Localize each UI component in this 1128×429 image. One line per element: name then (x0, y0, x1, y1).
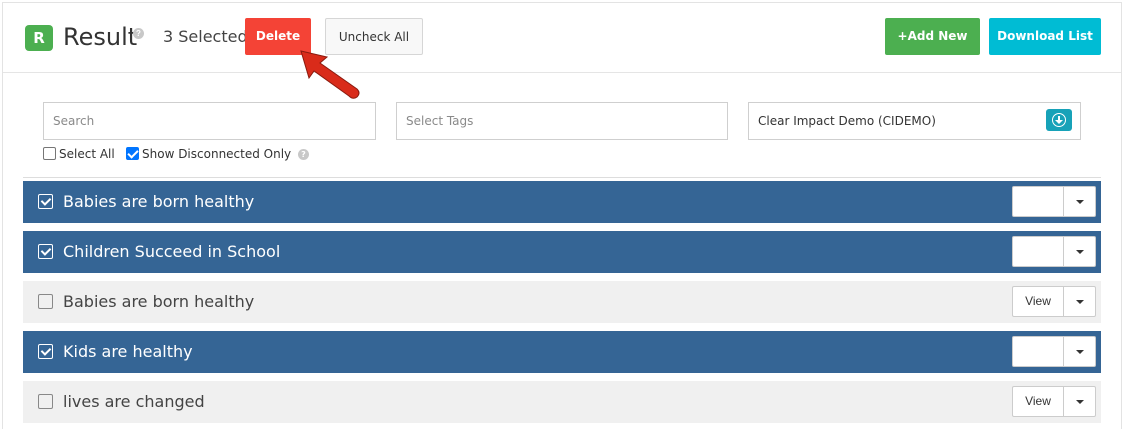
view-button[interactable]: View (1012, 236, 1064, 267)
caret-down-icon[interactable] (1064, 386, 1096, 417)
row-label: Babies are born healthy (63, 192, 255, 211)
view-button-group: View (1012, 286, 1096, 317)
page-title: Result (63, 23, 138, 51)
caret-down-icon[interactable] (1064, 336, 1096, 367)
view-button-group: View (1012, 336, 1096, 367)
caret-down-icon[interactable] (1064, 186, 1096, 217)
select-all-label: Select All (59, 147, 115, 161)
selected-count: 3 Selected (163, 27, 248, 46)
row-checkbox[interactable] (38, 244, 53, 259)
select-all-checkbox[interactable]: Select All (43, 147, 115, 161)
circle-arrow-down-icon[interactable] (1046, 109, 1072, 131)
show-disconnected-checkbox[interactable]: Show Disconnected Only (126, 147, 291, 161)
row-checkbox[interactable] (38, 394, 53, 409)
row-label: Babies are born healthy (63, 292, 255, 311)
search-input[interactable]: Search (43, 102, 376, 140)
caret-down-icon[interactable] (1064, 286, 1096, 317)
caret-down-icon[interactable] (1064, 236, 1096, 267)
view-button-group: View (1012, 386, 1096, 417)
show-disconnected-box[interactable] (126, 147, 139, 160)
help-icon[interactable]: ? (298, 149, 309, 160)
row-label: lives are changed (63, 392, 205, 411)
row-checkbox[interactable] (38, 294, 53, 309)
select-tags-input[interactable]: Select Tags (396, 102, 728, 140)
download-list-button[interactable]: Download List (989, 18, 1101, 55)
help-icon[interactable]: ? (133, 28, 144, 39)
divider (23, 177, 1101, 178)
red-arrow-icon (300, 50, 360, 99)
organization-select[interactable]: Clear Impact Demo (CIDEMO) (748, 102, 1081, 140)
page-header: R Result ? 3 Selected Delete Uncheck All… (3, 3, 1121, 73)
result-badge: R (25, 25, 53, 51)
list-item[interactable]: lives are changed View (23, 381, 1101, 423)
row-label: Children Succeed in School (63, 242, 281, 261)
show-disconnected-label: Show Disconnected Only (142, 147, 292, 161)
select-all-box[interactable] (43, 147, 56, 160)
view-button-group: View (1012, 186, 1096, 217)
view-button[interactable]: View (1012, 186, 1064, 217)
list-item[interactable]: Babies are born healthy View (23, 281, 1101, 323)
view-button-group: View (1012, 236, 1096, 267)
list-item[interactable]: Babies are born healthy View (23, 181, 1101, 223)
add-new-button[interactable]: +Add New (885, 18, 980, 55)
view-button[interactable]: View (1012, 286, 1064, 317)
list-item[interactable]: Children Succeed in School View (23, 231, 1101, 273)
list-item[interactable]: Kids are healthy View (23, 331, 1101, 373)
organization-value: Clear Impact Demo (CIDEMO) (758, 114, 936, 128)
view-button[interactable]: View (1012, 386, 1064, 417)
result-panel: R Result ? 3 Selected Delete Uncheck All… (2, 2, 1122, 429)
row-checkbox[interactable] (38, 194, 53, 209)
row-checkbox[interactable] (38, 344, 53, 359)
row-label: Kids are healthy (63, 342, 193, 361)
view-button[interactable]: View (1012, 336, 1064, 367)
